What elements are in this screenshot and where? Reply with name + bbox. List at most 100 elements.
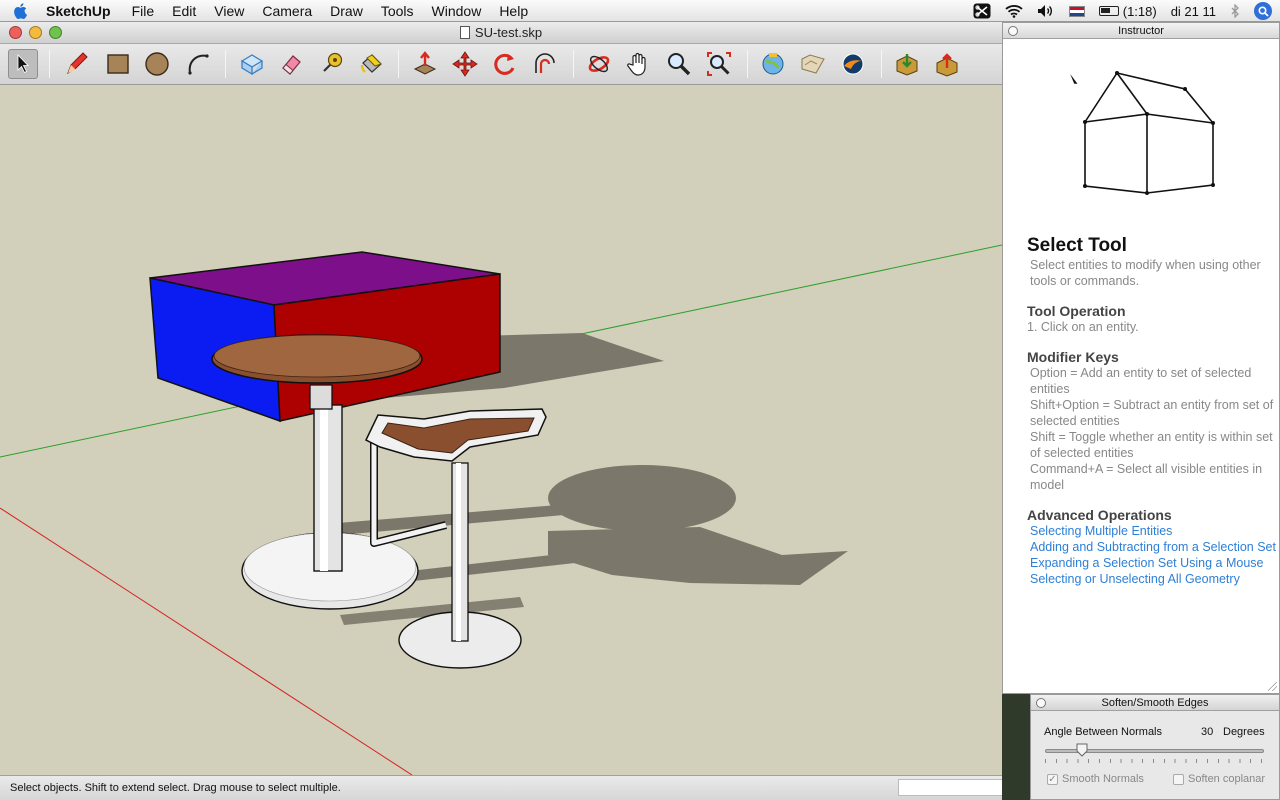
toolbar-separator [881, 50, 882, 78]
toolbar-separator [398, 50, 399, 78]
battery-icon [1098, 6, 1119, 16]
angle-slider-thumb[interactable] [1076, 743, 1088, 757]
instructor-titlebar[interactable]: Instructor [1003, 23, 1279, 39]
apple-menu[interactable] [0, 2, 40, 19]
menu-file[interactable]: File [123, 0, 164, 22]
tool-operation-heading: Tool Operation [1027, 303, 1126, 319]
house-illustration [1068, 71, 1215, 195]
toolbar-separator [225, 50, 226, 78]
modifier-key-item: Shift = Toggle whether an entity is with… [1030, 430, 1273, 460]
window-titlebar[interactable]: SU-test.skp [0, 22, 1002, 44]
rectangle-tool-button[interactable] [103, 49, 133, 79]
get-models-button[interactable] [892, 49, 922, 79]
soften-close-button[interactable] [1036, 698, 1046, 708]
menu-edit[interactable]: Edit [163, 0, 205, 22]
toggle-terrain-button[interactable] [798, 49, 828, 79]
eraser-tool-button[interactable] [276, 49, 306, 79]
pan-tool-button[interactable] [624, 49, 654, 79]
modifier-key-item: Shift+Option = Subtract an entity from s… [1030, 398, 1274, 428]
volume-icon[interactable] [1037, 4, 1055, 18]
measurements-box[interactable] [898, 779, 1018, 796]
circle-tool-button[interactable] [142, 49, 172, 79]
soften-titlebar[interactable]: Soften/Smooth Edges [1031, 695, 1279, 711]
link-expanding-selection-mouse[interactable]: Expanding a Selection Set Using a Mouse [1027, 555, 1277, 571]
battery-time: (1:18) [1122, 3, 1157, 19]
soften-coplanar-checkbox[interactable]: Soften coplanar [1173, 773, 1265, 785]
circle-icon [145, 52, 169, 76]
menu-tools[interactable]: Tools [372, 0, 423, 22]
instructor-close-button[interactable] [1008, 26, 1018, 36]
move-tool-button[interactable] [450, 49, 480, 79]
menu-camera[interactable]: Camera [253, 0, 321, 22]
offset-tool-button[interactable] [530, 49, 560, 79]
battery-status[interactable]: (1:18) [1098, 3, 1157, 19]
hand-icon [627, 52, 646, 76]
link-selecting-unselecting-all[interactable]: Selecting or Unselecting All Geometry [1027, 571, 1277, 587]
soften-title: Soften/Smooth Edges [1101, 697, 1209, 709]
link-selecting-multiple-entities[interactable]: Selecting Multiple Entities [1027, 523, 1277, 539]
eraser-icon [282, 55, 301, 75]
modifier-keys-heading: Modifier Keys [1027, 349, 1119, 365]
soften-coplanar-box[interactable] [1173, 773, 1184, 785]
apple-icon [14, 2, 27, 19]
document-icon [459, 26, 470, 39]
menu-clock[interactable]: di 21 11 [1171, 4, 1216, 19]
magnifier-icon [668, 53, 691, 76]
push-pull-tool-button[interactable] [410, 49, 440, 79]
toolbar-separator [573, 50, 574, 78]
select-arrow-icon [17, 54, 29, 74]
rectangle-icon [107, 54, 129, 74]
bluetooth-icon[interactable] [1230, 4, 1240, 18]
zoom-extents-button[interactable] [704, 49, 734, 79]
rotate-tool-button[interactable] [490, 49, 520, 79]
model-viewport[interactable] [0, 85, 1002, 775]
tape-measure-tool-button[interactable] [316, 49, 346, 79]
menu-bar: SketchUp File Edit View Camera Draw Tool… [0, 0, 1280, 22]
line-tool-button[interactable] [62, 49, 92, 79]
input-source-flag-icon[interactable] [1068, 5, 1085, 17]
toolbar-separator [49, 50, 50, 78]
arc-tool-button[interactable] [183, 49, 213, 79]
table-top [213, 334, 421, 378]
share-model-button[interactable] [932, 49, 962, 79]
main-toolbar [0, 44, 1002, 85]
model-scene[interactable] [0, 85, 1002, 775]
tape-measure-icon [323, 52, 343, 72]
smooth-normals-box[interactable]: ✓ [1047, 773, 1058, 785]
instructor-resize-grip[interactable] [1268, 682, 1277, 691]
instructor-content: Select Tool Select entities to modify wh… [1027, 235, 1277, 587]
get-current-view-button[interactable] [758, 49, 788, 79]
menu-app[interactable]: SketchUp [40, 0, 123, 22]
wifi-icon[interactable] [1005, 4, 1023, 18]
smooth-normals-label: Smooth Normals [1062, 773, 1144, 785]
window-title: SU-test.skp [0, 25, 1002, 40]
paint-bucket-tool-button[interactable] [356, 49, 386, 79]
link-adding-subtracting-selection[interactable]: Adding and Subtracting from a Selection … [1027, 539, 1277, 555]
soften-edges-panel: Soften/Smooth Edges Angle Between Normal… [1030, 694, 1280, 800]
menu-draw[interactable]: Draw [321, 0, 372, 22]
scissors-icon[interactable] [973, 3, 991, 19]
stool-pillar-highlight [456, 463, 461, 641]
tool-operation-step: 1. Click on an entity. [1027, 320, 1139, 334]
orbit-tool-button[interactable] [584, 49, 614, 79]
arc-icon [188, 54, 209, 75]
zoom-tool-button[interactable] [664, 49, 694, 79]
window-title-text: SU-test.skp [474, 25, 543, 40]
menu-view[interactable]: View [205, 0, 253, 22]
menu-help[interactable]: Help [490, 0, 537, 22]
place-model-button[interactable] [838, 49, 868, 79]
spotlight-icon [1257, 5, 1269, 17]
terrain-icon [801, 54, 825, 74]
menu-extras: (1:18) di 21 11 [973, 0, 1272, 22]
angle-unit: Degrees [1223, 726, 1265, 738]
warehouse-get-icon [896, 54, 918, 76]
push-pull-icon [413, 51, 437, 75]
make-component-button[interactable] [237, 49, 267, 79]
menu-window[interactable]: Window [423, 0, 491, 22]
select-tool-button[interactable] [8, 49, 38, 79]
angle-value: 30 [1201, 726, 1214, 738]
smooth-normals-checkbox[interactable]: ✓ Smooth Normals [1047, 773, 1144, 785]
table-collar [309, 384, 333, 410]
spotlight-button[interactable] [1254, 2, 1272, 20]
component-icon [240, 54, 264, 76]
